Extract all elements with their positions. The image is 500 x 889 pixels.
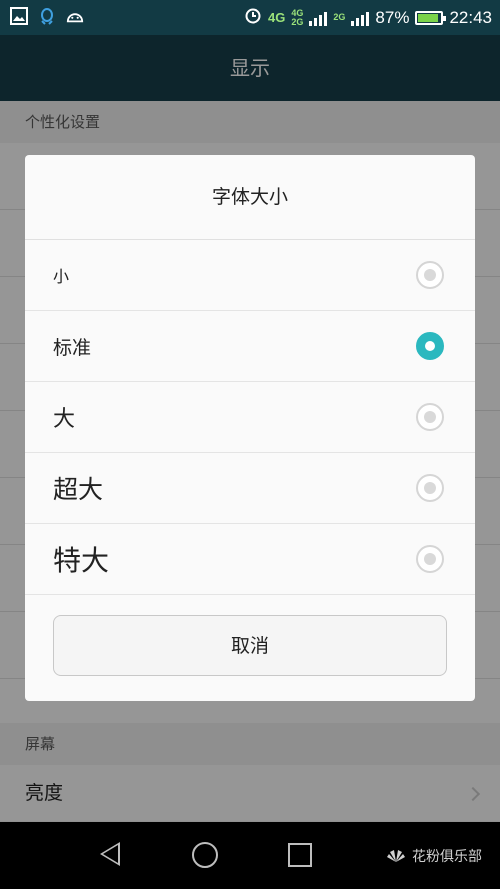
back-icon[interactable]	[100, 842, 120, 866]
font-size-option-small[interactable]: 小	[25, 240, 475, 311]
battery-percent: 87%	[375, 7, 410, 27]
home-icon[interactable]	[192, 842, 218, 868]
font-size-option-standard[interactable]: 标准	[25, 311, 475, 382]
font-size-dialog: 字体大小 小 标准 大 超大 特大 取消	[25, 155, 475, 701]
watermark: 花粉俱乐部	[386, 846, 482, 866]
battery-icon	[415, 10, 447, 25]
battery-fill	[418, 13, 438, 22]
radio-button[interactable]	[416, 261, 444, 289]
font-size-option-huge[interactable]: 特大	[25, 524, 475, 595]
network-type-secondary: 4G 2G	[291, 8, 304, 27]
network-type-primary: 4G	[268, 10, 286, 25]
radio-button-selected[interactable]	[416, 332, 444, 360]
image-notification-icon	[10, 7, 28, 25]
alarm-icon	[244, 6, 262, 29]
status-bar: 4G 4G 2G 2G 87% 22:43	[0, 0, 500, 35]
radio-button[interactable]	[416, 474, 444, 502]
radio-button[interactable]	[416, 545, 444, 573]
watermark-text: 花粉俱乐部	[412, 849, 482, 865]
clock: 22:43	[449, 7, 492, 27]
huawei-logo-icon	[387, 850, 405, 862]
recent-apps-icon[interactable]	[288, 843, 312, 867]
cancel-button[interactable]: 取消	[53, 615, 447, 676]
network-type-secondary-bottom: 2G	[291, 16, 304, 27]
radio-button[interactable]	[416, 403, 444, 431]
option-label: 特大	[53, 544, 110, 577]
option-label: 标准	[53, 336, 92, 359]
font-size-option-extra-large[interactable]: 超大	[25, 453, 475, 524]
qq-notification-icon	[38, 7, 56, 25]
signal-strength-2-icon	[351, 10, 370, 26]
font-size-option-large[interactable]: 大	[25, 382, 475, 453]
dialog-title: 字体大小	[25, 155, 475, 240]
option-label: 超大	[53, 475, 104, 504]
signal-strength-1-icon	[309, 10, 328, 26]
option-label: 小	[53, 267, 70, 286]
network-type-tertiary: 2G	[333, 12, 346, 22]
navigation-bar: 花粉俱乐部	[0, 822, 500, 889]
option-label: 大	[53, 407, 76, 432]
android-notification-icon	[66, 7, 84, 25]
